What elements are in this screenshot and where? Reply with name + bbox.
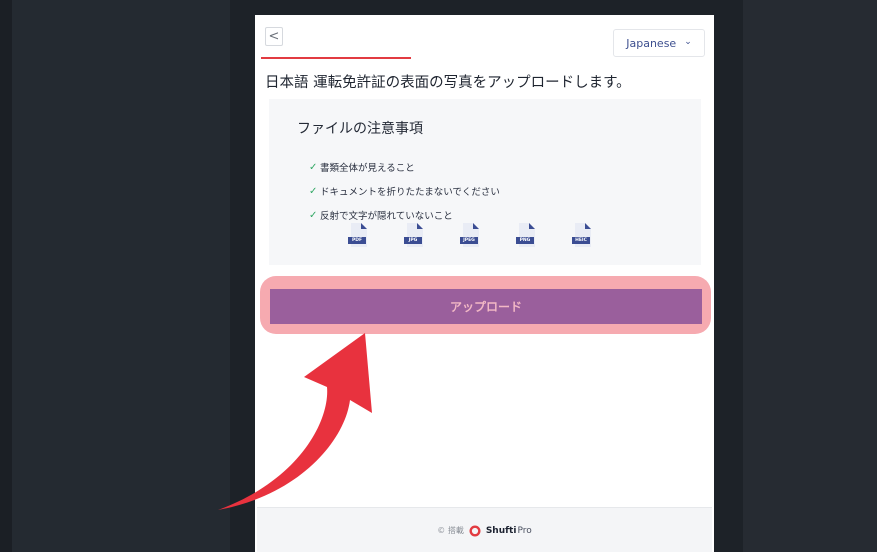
powered-by-text: © 搭載 <box>437 526 464 535</box>
shufti-logo-icon <box>469 524 481 537</box>
file-format-label: PNG <box>516 237 534 244</box>
language-select-value: Japanese <box>626 36 677 50</box>
file-format-label: JPG <box>404 237 422 244</box>
jpeg-file-icon: JPEG <box>460 223 479 247</box>
file-format-label: HEIC <box>572 237 590 244</box>
list-item: ✓ 書類全体が見えること <box>309 155 500 179</box>
brand-name: Shufti <box>485 525 517 536</box>
chevron-left-icon: < <box>268 29 280 44</box>
heic-file-icon: HEIC <box>572 223 591 247</box>
page-title: 日本語 運転免許証の表面の写真をアップロードします。 <box>265 75 631 91</box>
list-item-text: ドキュメントを折りたたまないでください <box>320 187 500 198</box>
chevron-down-icon: ⌄ <box>684 37 692 47</box>
check-icon: ✓ <box>309 161 318 173</box>
powered-by-footer: © 搭載 Shufti Pro <box>257 507 712 552</box>
jpg-file-icon: JPG <box>404 223 423 247</box>
backdrop-left <box>12 0 230 552</box>
list-item-text: 反射で文字が隠れていないこと <box>320 211 453 222</box>
check-icon: ✓ <box>309 209 318 221</box>
upload-button[interactable]: アップロード <box>270 289 702 324</box>
file-notes-list: ✓ 書類全体が見えること ✓ ドキュメントを折りたたまないでください ✓ 反射で… <box>309 155 500 227</box>
left-edge <box>0 0 12 552</box>
list-item: ✓ ドキュメントを折りたたまないでください <box>309 179 500 203</box>
language-select[interactable]: Japanese ⌄ <box>613 29 705 57</box>
screen: < Japanese ⌄ 日本語 運転免許証の表面の写真をアップロードします。 … <box>0 0 877 552</box>
file-format-list: PDF JPG JPEG PNG HEIC <box>348 223 591 247</box>
list-item-text: 書類全体が見えること <box>320 163 415 174</box>
file-notes-panel: ファイルの注意事項 ✓ 書類全体が見えること ✓ ドキュメントを折りたたまないで… <box>269 99 701 265</box>
pdf-file-icon: PDF <box>348 223 367 247</box>
step-progress-underline <box>261 57 411 59</box>
file-format-label: PDF <box>348 237 366 244</box>
backdrop-right <box>743 0 877 552</box>
check-icon: ✓ <box>309 185 318 197</box>
png-file-icon: PNG <box>516 223 535 247</box>
file-format-label: JPEG <box>460 237 478 244</box>
back-button[interactable]: < <box>265 27 283 46</box>
file-notes-heading: ファイルの注意事項 <box>297 121 423 137</box>
brand-suffix: Pro <box>517 525 532 536</box>
